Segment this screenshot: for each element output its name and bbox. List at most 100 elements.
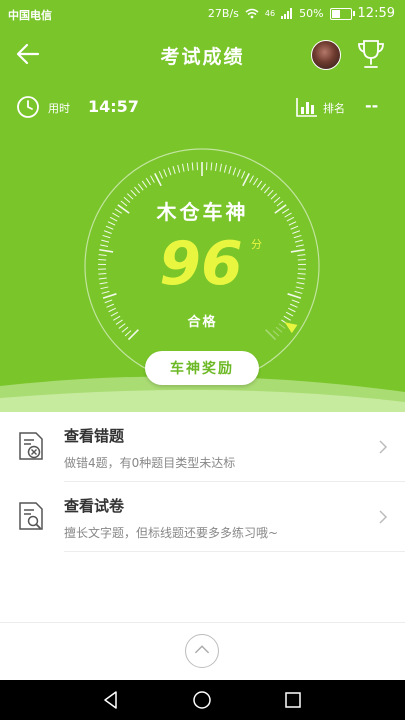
wifi-icon	[245, 8, 259, 19]
system-nav-bar	[0, 680, 405, 720]
gauge-tick	[219, 163, 222, 172]
gauge-tick	[105, 225, 114, 230]
gauge-tick	[102, 293, 117, 299]
page-title: 考试成绩	[160, 46, 245, 68]
gauge-tick	[100, 286, 109, 290]
signal-icon	[281, 8, 293, 19]
gauge-tick	[291, 299, 300, 304]
list-item-title: 查看错题	[64, 427, 125, 445]
gauge-tick	[101, 239, 110, 243]
gauge-tick	[294, 239, 303, 243]
signal-type: 46	[264, 9, 276, 18]
gauge-tick	[102, 234, 111, 239]
time-value: 14:57	[88, 97, 139, 116]
gauge-tick	[141, 180, 148, 188]
time-label: 用时	[48, 102, 70, 115]
gauge-tick	[253, 177, 259, 186]
nav-back-icon[interactable]	[101, 690, 121, 710]
result-title: 木仓车神	[156, 200, 249, 224]
status-bar: 中国电信 27B/s 46 50% 12:59	[0, 0, 405, 28]
clock-time: 12:59	[357, 6, 395, 21]
wrong-questions-icon	[19, 432, 43, 460]
score-value: 96	[159, 229, 243, 299]
gauge-tick	[101, 290, 110, 294]
gauge-tick	[232, 167, 237, 176]
divider	[0, 622, 405, 623]
gauge-tick	[134, 186, 141, 194]
nav-home-icon[interactable]	[192, 690, 212, 710]
gauge-tick	[260, 183, 267, 191]
gauge-tick	[290, 225, 299, 230]
gauge-tick	[150, 175, 155, 183]
gauge-tick	[272, 330, 280, 337]
avatar[interactable]	[311, 40, 341, 70]
gauge-tick	[106, 303, 115, 308]
gauge-tick	[249, 175, 254, 183]
award-button[interactable]: 车神奖励	[145, 351, 259, 385]
trophy-icon[interactable]	[356, 38, 386, 70]
gauge-tick	[104, 299, 113, 304]
gauge-tick	[99, 282, 108, 285]
gauge-tick	[295, 286, 304, 290]
score-unit: 分	[251, 238, 262, 251]
battery-percent: 50%	[299, 7, 324, 20]
gauge-tick	[297, 273, 306, 275]
gauge-tick	[158, 171, 163, 179]
gauge-tick	[256, 180, 263, 188]
gauge-tick	[297, 277, 306, 280]
gauge-tick	[103, 230, 112, 234]
list-item-view-paper[interactable]: 查看试卷 擅长文字题，但标线题还要多多练习哦~	[0, 482, 405, 552]
gauge-tick	[191, 162, 194, 171]
gauge-tick	[98, 277, 107, 280]
battery-icon	[329, 7, 355, 20]
pass-status: 合格	[187, 315, 218, 330]
gauge-tick	[98, 273, 107, 275]
list-item-title: 查看试卷	[64, 497, 125, 515]
gauge-tick	[236, 169, 241, 177]
nav-recents-icon[interactable]	[283, 690, 303, 710]
gauge-tick	[294, 290, 303, 294]
gauge-tick	[167, 167, 172, 176]
gauge-tick	[210, 162, 213, 171]
gauge-tick	[289, 303, 298, 308]
gauge-tick	[163, 169, 168, 177]
chevron-right-icon	[379, 440, 388, 454]
chevron-up-icon[interactable]	[185, 634, 219, 668]
gauge-tick	[215, 162, 218, 172]
rank-value: --	[365, 96, 379, 115]
list-item-wrong-questions[interactable]: 查看错题 做错4题，有0种题目类型未达标	[0, 412, 405, 482]
list-item-subtitle: 做错4题，有0种题目类型未达标	[64, 456, 236, 470]
gauge-tick	[293, 234, 302, 239]
gauge-tick	[290, 248, 305, 253]
gauge-tick	[297, 258, 306, 261]
gauge-tick	[99, 248, 114, 253]
gauge-tick	[124, 330, 132, 337]
gauge-tick	[182, 163, 185, 172]
gauge-tick	[186, 162, 189, 172]
gauge-tick	[228, 165, 232, 174]
list-item-subtitle: 擅长文字题，但标线题还要多多练习哦~	[64, 526, 279, 540]
clock-icon	[17, 96, 39, 118]
gauge-tick	[223, 164, 227, 173]
gauge-tick	[287, 293, 302, 299]
gauge-tick	[297, 254, 306, 256]
view-paper-icon	[19, 502, 43, 530]
divider	[64, 551, 405, 552]
gauge-tick	[145, 177, 151, 186]
gauge-tick	[98, 258, 107, 261]
gauge-tick	[154, 172, 162, 187]
carrier-label: 中国电信	[8, 9, 52, 22]
header-background: 中国电信 27B/s 46 50% 12:59 考试成绩 用时 14:57 排名…	[0, 0, 405, 412]
rank-label: 排名	[323, 102, 345, 115]
gauge-tick	[292, 230, 301, 234]
gauge-tick	[172, 165, 176, 174]
gauge-tick	[98, 254, 107, 256]
network-speed: 27B/s	[207, 7, 239, 20]
gauge-tick	[177, 164, 181, 173]
gauge-tick	[137, 183, 144, 191]
gauge-tick	[296, 282, 305, 285]
rank-chart-icon	[296, 98, 317, 117]
gauge-tick	[263, 186, 270, 194]
chevron-right-icon	[379, 510, 388, 524]
result-info-row: 用时 14:57 排名 --	[0, 92, 405, 122]
